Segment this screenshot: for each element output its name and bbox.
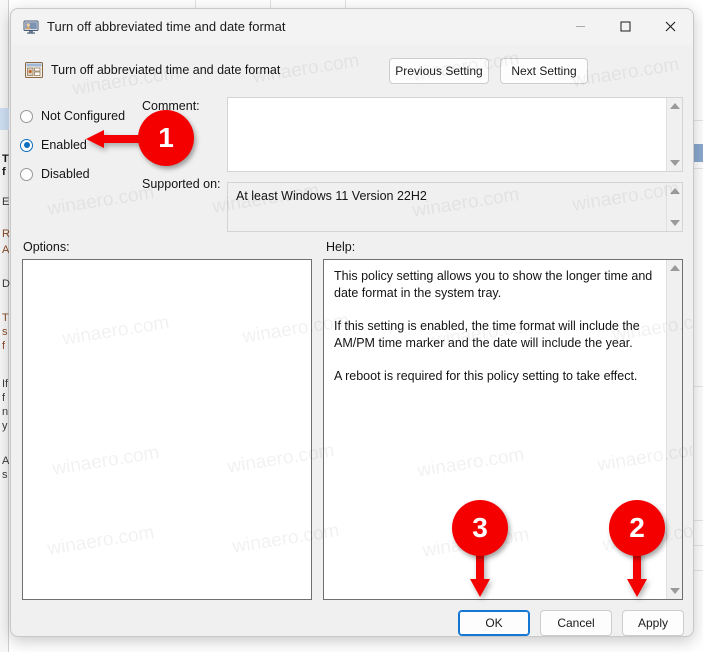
background-text-fragment: s	[2, 326, 8, 338]
background-text-fragment: s	[2, 469, 8, 481]
scroll-down-icon[interactable]	[669, 220, 680, 226]
options-label: Options:	[23, 240, 70, 254]
background-text-fragment: n	[2, 406, 9, 418]
supported-on-field: At least Windows 11 Version 22H2	[227, 182, 683, 232]
apply-button[interactable]: Apply	[622, 610, 684, 636]
maximize-button[interactable]	[603, 9, 648, 44]
cancel-button[interactable]: Cancel	[540, 610, 612, 636]
scroll-up-icon[interactable]	[669, 188, 680, 194]
radio-circle-icon	[20, 109, 33, 123]
background-text-fragment: T	[2, 153, 9, 165]
radio-label: Disabled	[41, 167, 90, 181]
background-text-fragment: f	[2, 166, 6, 178]
help-paragraph: A reboot is required for this policy set…	[334, 369, 638, 383]
help-scrollbar[interactable]	[666, 260, 682, 599]
help-paragraph: If this setting is enabled, the time for…	[334, 319, 640, 350]
scroll-up-icon[interactable]	[669, 103, 680, 109]
watermark: winaero.com	[46, 182, 156, 220]
radio-label: Not Configured	[41, 109, 126, 123]
radio-label: Enabled	[41, 138, 87, 152]
annotation-badge-3: 3	[452, 500, 508, 556]
background-text-fragment: y	[2, 420, 8, 432]
previous-setting-button[interactable]: Previous Setting	[389, 58, 489, 84]
policy-setting-monitor-icon	[23, 19, 39, 35]
background-text-fragment: f	[2, 340, 6, 352]
scroll-down-icon[interactable]	[669, 160, 680, 166]
background-text-fragment: T	[2, 312, 9, 324]
background-text-fragment: D	[2, 278, 10, 290]
help-label: Help:	[326, 240, 356, 254]
ok-button[interactable]: OK	[458, 610, 530, 636]
comment-input[interactable]	[227, 97, 683, 172]
help-text: This policy setting allows you to show t…	[334, 268, 654, 401]
supported-on-scrollbar[interactable]	[666, 183, 682, 231]
title-bar: Turn off abbreviated time and date forma…	[11, 9, 693, 45]
minimize-button[interactable]	[558, 9, 603, 44]
scroll-up-icon[interactable]	[669, 265, 680, 271]
gpedit-window-icon	[25, 61, 43, 79]
background-text-fragment: If	[2, 378, 9, 390]
close-button[interactable]	[648, 9, 693, 44]
close-icon	[665, 21, 676, 32]
options-panel	[22, 259, 312, 600]
background-text-fragment: A	[2, 455, 10, 467]
background-text-fragment: A	[2, 244, 10, 256]
next-setting-button[interactable]: Next Setting	[500, 58, 588, 84]
scroll-down-icon[interactable]	[669, 588, 680, 594]
comment-scrollbar[interactable]	[666, 98, 682, 171]
window-title: Turn off abbreviated time and date forma…	[47, 19, 286, 34]
radio-circle-selected-icon	[20, 138, 33, 152]
annotation-badge-1: 1	[138, 110, 194, 166]
policy-name-heading: Turn off abbreviated time and date forma…	[51, 63, 281, 77]
policy-setting-dialog: Turn off abbreviated time and date forma…	[10, 8, 694, 637]
annotation-arrow-to-enabled	[86, 130, 142, 148]
annotation-badge-2: 2	[609, 500, 665, 556]
background-text-fragment: E	[2, 196, 10, 208]
radio-circle-icon	[20, 167, 33, 181]
radio-enabled[interactable]: Enabled	[20, 135, 87, 155]
maximize-icon	[620, 21, 631, 32]
radio-disabled[interactable]: Disabled	[20, 164, 90, 184]
minimize-icon	[576, 26, 585, 27]
background-selected-row-left	[0, 108, 9, 130]
background-text-fragment: f	[2, 392, 6, 404]
supported-on-value: At least Windows 11 Version 22H2	[236, 189, 427, 203]
background-text-fragment: R	[2, 228, 10, 240]
supported-on-label: Supported on:	[142, 177, 221, 191]
help-paragraph: This policy setting allows you to show t…	[334, 269, 653, 300]
radio-not-configured[interactable]: Not Configured	[20, 106, 125, 126]
